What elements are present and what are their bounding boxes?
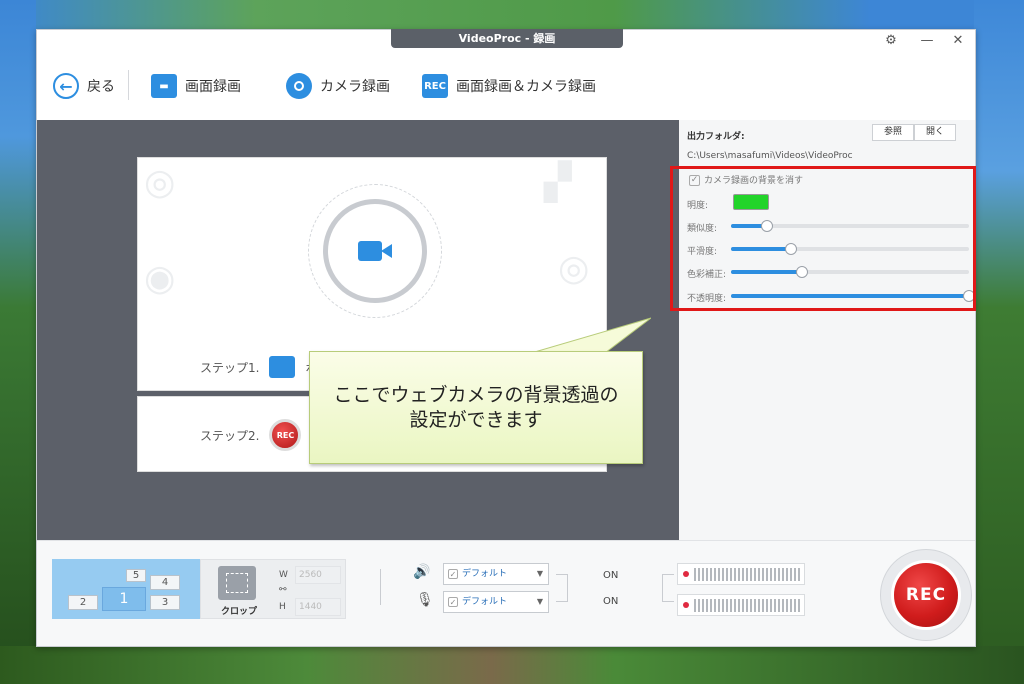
speaker-device-value: デフォルト <box>462 569 508 579</box>
crop-label: クロップ <box>221 607 258 617</box>
crop-panel: クロップ W ⚯ H 2560 1440 <box>200 559 346 619</box>
step2-rec-icon: REC <box>269 419 302 451</box>
step1-camera-icon <box>269 356 296 378</box>
camera-icon <box>286 73 312 99</box>
settings-gear-icon[interactable]: ⚙ <box>878 32 904 50</box>
screen-record-button[interactable]: ▬ 画面録画 <box>151 72 241 100</box>
layout-screen-4[interactable]: 4 <box>150 575 180 590</box>
desktop-background-top <box>0 0 1024 30</box>
microphone-checkbox[interactable]: ✓ <box>448 596 458 607</box>
screen-and-camera-record-button[interactable]: REC 画面録画＆カメラ録画 <box>422 72 596 100</box>
step2-label: ステップ2. <box>200 428 260 443</box>
chevron-down-icon: ▼ <box>536 569 543 578</box>
camera-start-button[interactable] <box>323 199 427 303</box>
width-label: W <box>279 570 288 580</box>
bottom-separator <box>380 569 381 605</box>
decorative-reel-icon: ◎ <box>144 162 176 203</box>
callout-pointer <box>520 317 651 356</box>
screen-and-camera-record-label: 画面録画＆カメラ録画 <box>456 79 596 95</box>
speaker-checkbox[interactable]: ✓ <box>448 568 458 579</box>
layout-screen-5[interactable]: 5 <box>126 569 146 582</box>
video-camera-icon <box>358 241 392 261</box>
crop-icon[interactable] <box>218 566 256 600</box>
height-label: H <box>279 602 286 612</box>
decorative-camera-icon: ◉ <box>144 258 176 299</box>
layout-screen-1[interactable]: 1 <box>102 587 146 611</box>
monitor-icon: ▬ <box>151 74 177 98</box>
toolbar: ← 戻る ▬ 画面録画 カメラ録画 REC 画面録画＆カメラ録画 <box>37 50 975 120</box>
app-window: VideoProc - 録画 ⚙ — ✕ ← 戻る ▬ 画面録画 カメラ録画 R… <box>36 29 976 647</box>
microphone-device-select[interactable]: ✓ デフォルト ▼ <box>443 591 549 613</box>
back-arrow-icon: ← <box>53 73 79 99</box>
chevron-down-icon: ▼ <box>536 597 543 606</box>
toolbar-divider <box>128 70 129 100</box>
output-folder-label: 出力フォルダ: <box>687 132 745 142</box>
speaker-icon[interactable]: 🔊 <box>413 564 430 580</box>
screen-record-label: 画面録画 <box>185 79 241 95</box>
microphone-device-value: デフォルト <box>462 597 508 607</box>
speaker-on-label[interactable]: ON <box>603 570 618 581</box>
decorative-clapper-icon: ▞ <box>544 162 572 203</box>
camera-record-label: カメラ録画 <box>320 79 390 95</box>
width-input[interactable]: 2560 <box>295 566 341 584</box>
layout-screen-2[interactable]: 2 <box>68 595 98 610</box>
decorative-film-icon: ◎ <box>558 248 590 289</box>
back-button[interactable]: ← 戻る <box>53 72 115 100</box>
output-path: C:\Users\masafumi\Videos\VideoProc <box>687 151 853 161</box>
microphone-icon[interactable]: 🎙 <box>416 592 434 608</box>
open-folder-button[interactable]: 開く <box>914 124 956 141</box>
rec-screen-icon: REC <box>422 74 448 98</box>
step2-row: ステップ2. REC ボ <box>200 419 323 451</box>
left-bracket <box>556 574 568 602</box>
desktop-background-right <box>974 0 1024 684</box>
layout-selector[interactable]: 5 4 1 2 3 <box>52 559 200 619</box>
record-button-frame: REC <box>880 549 972 641</box>
right-bracket <box>662 574 674 602</box>
bottom-control-bar: 5 4 1 2 3 クロップ W ⚯ H 2560 1440 🔊 ✓ デフォルト … <box>37 540 975 646</box>
minimize-button[interactable]: — <box>914 32 940 50</box>
desktop-background-left <box>0 0 36 684</box>
microphone-level-meter <box>677 594 805 616</box>
browse-button[interactable]: 参照 <box>872 124 914 141</box>
link-icon[interactable]: ⚯ <box>279 585 287 595</box>
annotation-callout: ここでウェブカメラの背景透過の 設定ができます <box>309 351 643 464</box>
close-button[interactable]: ✕ <box>945 32 971 50</box>
step1-label: ステップ1. <box>200 360 260 375</box>
window-title: VideoProc - 録画 <box>391 29 623 48</box>
camera-record-button[interactable]: カメラ録画 <box>286 72 390 100</box>
background-removal-highlight-box <box>670 166 976 311</box>
height-input[interactable]: 1440 <box>295 598 341 616</box>
desktop-background-bottom <box>0 646 1024 684</box>
speaker-device-select[interactable]: ✓ デフォルト ▼ <box>443 563 549 585</box>
layout-screen-3[interactable]: 3 <box>150 595 180 610</box>
back-label: 戻る <box>87 79 115 95</box>
microphone-on-label[interactable]: ON <box>603 596 618 607</box>
speaker-level-meter <box>677 563 805 585</box>
record-button[interactable]: REC <box>891 560 961 630</box>
